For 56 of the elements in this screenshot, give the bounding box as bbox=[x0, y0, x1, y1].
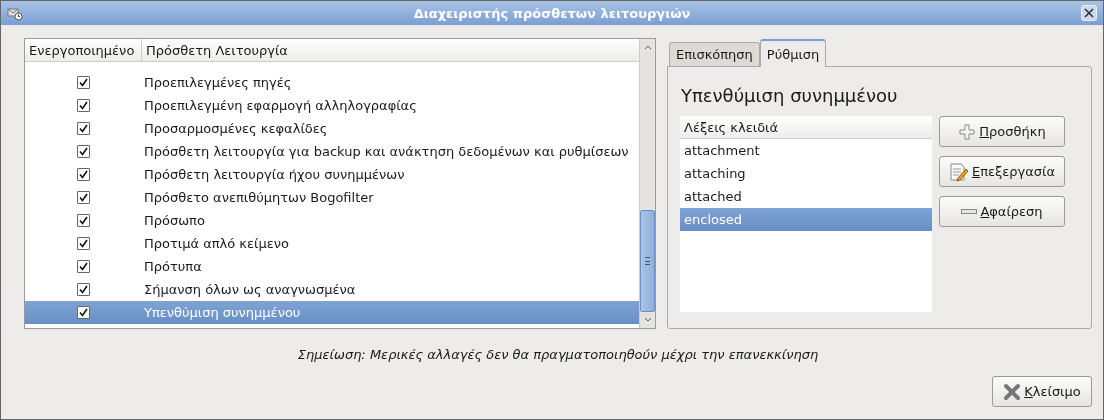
tab[interactable]: Επισκόπηση bbox=[669, 42, 760, 66]
plugin-row[interactable]: Προσαρμοσμένες κεφαλίδες bbox=[25, 117, 639, 140]
checkbox[interactable] bbox=[77, 168, 90, 181]
checkbox[interactable] bbox=[77, 283, 90, 296]
column-header[interactable]: Ενεργοποιημένο bbox=[25, 39, 142, 61]
plugin-name: Προεπιλεγμένες πηγές bbox=[143, 75, 292, 90]
scroll-down-icon[interactable] bbox=[642, 316, 653, 324]
plugin-name: Πρόσωπο bbox=[143, 213, 205, 228]
restart-note: Σημείωση: Μερικές αλλαγές δεν θα πραγματοποιηθούν μέχρι την επανεκκίνηση bbox=[296, 347, 820, 362]
plugin-name: Προσαρμοσμένες κεφαλίδες bbox=[143, 121, 328, 136]
document-pencil-icon bbox=[948, 161, 969, 182]
plugin-row[interactable]: Προεπιλεγμένες πηγές bbox=[25, 71, 639, 94]
plugin-name: Σήμανση όλων ως αναγνωσμένα bbox=[143, 282, 356, 297]
plugin-heading: Υπενθύμιση συνημμένου bbox=[681, 85, 899, 106]
envelope-clock-icon bbox=[7, 5, 23, 21]
plus-icon bbox=[958, 122, 977, 141]
plugin-row[interactable]: Πρόσωπο bbox=[25, 209, 639, 232]
plugin-name: Πρόσθετη λειτουργία ήχου συνημμένων bbox=[143, 167, 405, 182]
minus-icon bbox=[961, 209, 978, 214]
checkbox[interactable] bbox=[77, 76, 90, 89]
keyword-item[interactable]: attaching bbox=[680, 162, 932, 185]
checkbox[interactable] bbox=[77, 260, 90, 273]
column-header[interactable]: Λέξεις κλειδιά bbox=[680, 116, 932, 139]
plugin-row[interactable]: Πρόσθετο ανεπιθύμητων Bogofilter bbox=[25, 186, 639, 209]
checkbox[interactable] bbox=[77, 122, 90, 135]
plugin-row[interactable]: Πρόσθετη λειτουργία ήχου συνημμένων bbox=[25, 163, 639, 186]
scrollbar[interactable] bbox=[639, 39, 655, 328]
close-icon bbox=[1003, 382, 1022, 401]
action-button[interactable]: Αφαίρεση bbox=[939, 196, 1065, 227]
close-icon[interactable] bbox=[1081, 5, 1097, 21]
checkbox[interactable] bbox=[77, 191, 90, 204]
action-button[interactable]: Επεξεργασία bbox=[939, 156, 1065, 187]
plugin-row[interactable]: Πρότυπα bbox=[25, 255, 639, 278]
plugin-name: Προεπιλεγμένη εφαρμογή αλληλογραφίας bbox=[143, 98, 417, 113]
column-header[interactable]: Πρόσθετη Λειτουργία bbox=[142, 39, 292, 61]
tab[interactable]: Ρύθμιση bbox=[759, 39, 827, 67]
plugin-name: Πρότυπα bbox=[143, 259, 202, 274]
checkbox[interactable] bbox=[77, 99, 90, 112]
keyword-item[interactable]: attached bbox=[680, 185, 932, 208]
keyword-item[interactable]: attachment bbox=[680, 139, 932, 162]
plugin-row[interactable]: Προτιμά απλό κείμενο bbox=[25, 232, 639, 255]
checkbox[interactable] bbox=[77, 145, 90, 158]
scroll-up-icon[interactable] bbox=[642, 43, 653, 51]
checkbox[interactable] bbox=[77, 237, 90, 250]
plugin-row[interactable]: Σήμανση όλων ως αναγνωσμένα bbox=[25, 278, 639, 301]
checkbox[interactable] bbox=[77, 306, 90, 319]
plugin-name: Προτιμά απλό κείμενο bbox=[143, 236, 289, 251]
close-button[interactable]: Κλείσιμο bbox=[992, 376, 1092, 407]
window-title: Διαχειριστής πρόσθετων λειτουργιών bbox=[412, 5, 692, 21]
plugin-name: Πρόσθετο ανεπιθύμητων Bogofilter bbox=[143, 190, 374, 205]
plugin-name: Υπενθύμιση συνημμένου bbox=[143, 305, 301, 320]
plugin-name: Πρόσθετη λειτουργία για backup και ανάκτηση δεδομένων και ρυθμίσεων bbox=[143, 144, 629, 159]
plugin-row[interactable]: Προεπιλεγμένη εφαρμογή αλληλογραφίας bbox=[25, 94, 639, 117]
plugin-row[interactable]: Πρόσθετη λειτουργία για backup και ανάκτηση δεδομένων και ρυθμίσεων bbox=[25, 140, 639, 163]
checkbox[interactable] bbox=[77, 214, 90, 227]
action-button[interactable]: Προσθήκη bbox=[939, 116, 1065, 147]
